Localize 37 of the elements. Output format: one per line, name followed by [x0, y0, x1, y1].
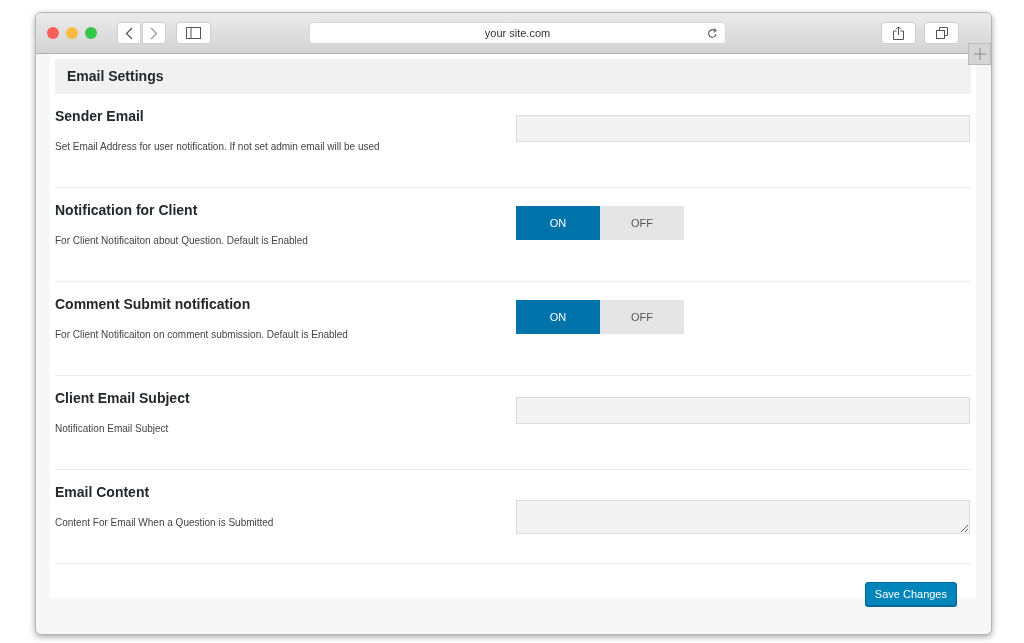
close-icon[interactable] [47, 27, 59, 39]
minimize-icon[interactable] [66, 27, 78, 39]
sidebar-button[interactable] [176, 22, 211, 44]
setting-title: Notification for Client [55, 201, 198, 220]
setting-description: Set Email Address for user notification. If not set admin email will be used [55, 140, 380, 154]
new-tab-button[interactable] [968, 43, 991, 65]
setting-description: For Client Notificaiton on comment submission. Default is Enabled [55, 328, 348, 342]
setting-description: Content For Email When a Question is Submitted [55, 516, 274, 530]
setting-title: Comment Submit notification [55, 295, 251, 314]
reload-icon[interactable] [707, 27, 718, 39]
plus-icon [973, 48, 986, 60]
sidebar-icon [186, 27, 201, 39]
forward-icon [150, 26, 158, 40]
on-option[interactable]: ON [516, 300, 600, 334]
setting-description: For Client Notificaiton about Question. Default is Enabled [55, 234, 308, 248]
maximize-icon[interactable] [85, 27, 97, 39]
address-text: your site.com [484, 25, 551, 41]
share-button[interactable] [881, 22, 916, 44]
setting-title: Email Content [55, 483, 150, 502]
off-option[interactable]: OFF [600, 300, 684, 334]
back-icon [125, 26, 133, 40]
text-field[interactable] [516, 397, 970, 424]
back-button[interactable] [117, 22, 141, 44]
setting-title: Sender Email [55, 107, 144, 126]
text-area[interactable] [516, 500, 970, 534]
on-option[interactable]: ON [516, 206, 600, 240]
setting-title: Client Email Subject [55, 389, 190, 408]
save-button[interactable]: Save Changes [864, 582, 957, 606]
setting-description: Notification Email Subject [55, 422, 169, 436]
tabs-button[interactable] [924, 22, 959, 44]
text-field[interactable] [516, 115, 970, 142]
address-bar[interactable]: your site.com [309, 22, 726, 44]
off-option[interactable]: OFF [600, 206, 684, 240]
section-title: Email Settings [67, 67, 164, 86]
forward-button[interactable] [142, 22, 166, 44]
share-icon [893, 26, 904, 40]
tabs-icon [935, 27, 948, 39]
